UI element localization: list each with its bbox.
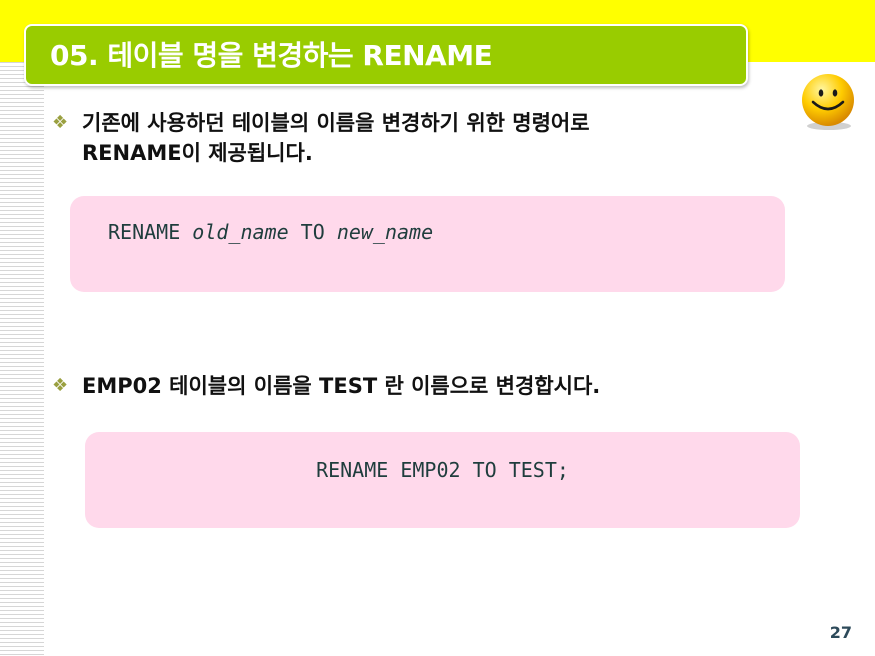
title-bar: 05. 테이블 명을 변경하는 RENAME	[24, 24, 748, 86]
syntax-keyword-rename: RENAME	[108, 220, 181, 244]
left-striped-decoration	[0, 62, 44, 656]
smiley-face-icon	[802, 74, 854, 130]
syntax-old-name: old_name	[192, 220, 289, 244]
syntax-keyword-to: TO	[300, 220, 325, 244]
bullet-line-2: RENAME이 제공됩니다.	[82, 141, 313, 165]
bullet-diamond-icon: ❖	[52, 112, 69, 133]
page-number: 27	[829, 623, 852, 642]
bullet-rename-description: ❖ 기존에 사용하던 테이블의 이름을 변경하기 위한 명령어로 RENAME이…	[52, 108, 752, 168]
example-box: RENAME EMP02 TO TEST;	[85, 432, 800, 528]
bullet-line-1: 기존에 사용하던 테이블의 이름을 변경하기 위한 명령어로	[82, 111, 590, 135]
syntax-new-name: new_name	[336, 220, 434, 244]
page-title: 05. 테이블 명을 변경하는 RENAME	[50, 39, 493, 72]
syntax-box: RENAME old_name TO new_name	[70, 196, 785, 292]
smiley-container	[779, 62, 875, 144]
example-code: RENAME EMP02 TO TEST;	[316, 458, 569, 482]
bullet-example-text: EMP02 테이블의 이름을 TEST 란 이름으로 변경합시다.	[82, 374, 601, 398]
syntax-code: RENAME old_name TO new_name	[108, 220, 433, 244]
bullet-example-instruction: ❖ EMP02 테이블의 이름을 TEST 란 이름으로 변경합시다.	[52, 371, 772, 401]
bullet-diamond-icon: ❖	[52, 375, 69, 396]
